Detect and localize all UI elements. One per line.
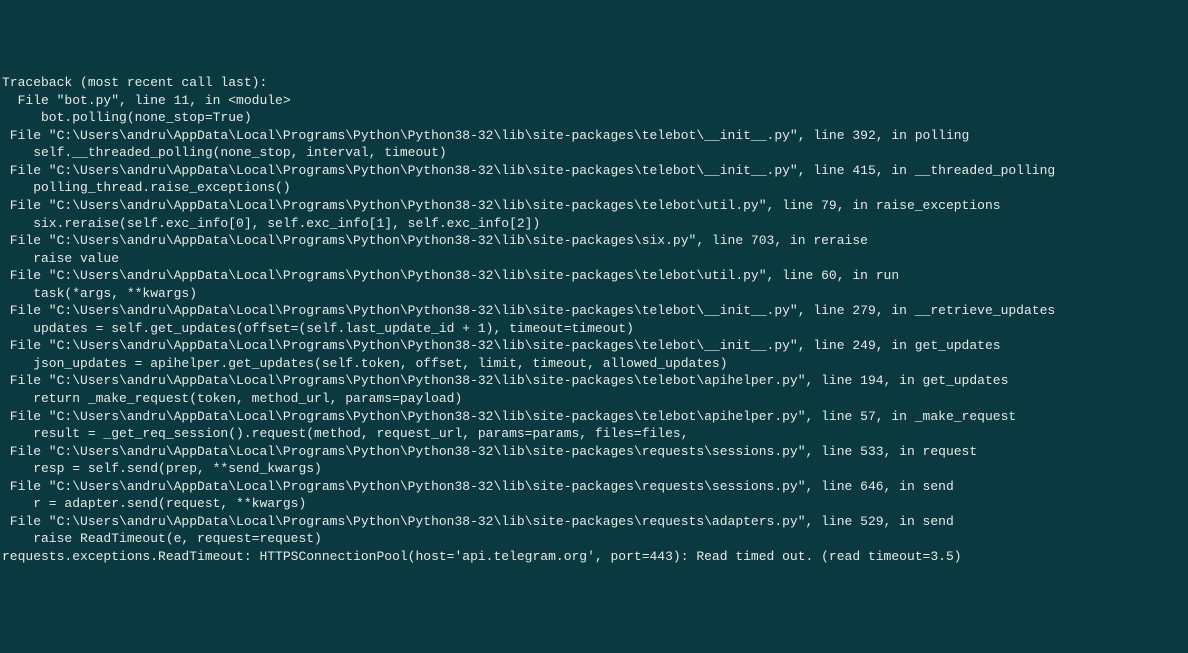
traceback-frame-location: File "C:\Users\andru\AppData\Local\Progr… bbox=[2, 478, 1186, 496]
traceback-header: Traceback (most recent call last): bbox=[2, 74, 1186, 92]
traceback-frame-code: task(*args, **kwargs) bbox=[2, 285, 1186, 303]
traceback-frame-code: six.reraise(self.exc_info[0], self.exc_i… bbox=[2, 215, 1186, 233]
traceback-frame-code: json_updates = apihelper.get_updates(sel… bbox=[2, 355, 1186, 373]
traceback-frame-location: File "C:\Users\andru\AppData\Local\Progr… bbox=[2, 337, 1186, 355]
traceback-frame-code: polling_thread.raise_exceptions() bbox=[2, 179, 1186, 197]
traceback-frame-location: File "C:\Users\andru\AppData\Local\Progr… bbox=[2, 127, 1186, 145]
traceback-frame-code: r = adapter.send(request, **kwargs) bbox=[2, 495, 1186, 513]
traceback-frame-location: File "C:\Users\andru\AppData\Local\Progr… bbox=[2, 302, 1186, 320]
traceback-frame-code: raise value bbox=[2, 250, 1186, 268]
traceback-frame-code: updates = self.get_updates(offset=(self.… bbox=[2, 320, 1186, 338]
terminal-output[interactable]: Traceback (most recent call last): File … bbox=[2, 74, 1186, 565]
traceback-frame-code: resp = self.send(prep, **send_kwargs) bbox=[2, 460, 1186, 478]
traceback-frame-code: self.__threaded_polling(none_stop, inter… bbox=[2, 144, 1186, 162]
traceback-frame-code: return _make_request(token, method_url, … bbox=[2, 390, 1186, 408]
traceback-frame-location: File "C:\Users\andru\AppData\Local\Progr… bbox=[2, 372, 1186, 390]
traceback-frame-code: bot.polling(none_stop=True) bbox=[2, 109, 1186, 127]
traceback-frame-location: File "C:\Users\andru\AppData\Local\Progr… bbox=[2, 408, 1186, 426]
traceback-frame-location: File "C:\Users\andru\AppData\Local\Progr… bbox=[2, 443, 1186, 461]
traceback-frame-location: File "C:\Users\andru\AppData\Local\Progr… bbox=[2, 197, 1186, 215]
traceback-frame-location: File "C:\Users\andru\AppData\Local\Progr… bbox=[2, 232, 1186, 250]
traceback-frame-location: File "bot.py", line 11, in <module> bbox=[2, 92, 1186, 110]
traceback-frame-code: result = _get_req_session().request(meth… bbox=[2, 425, 1186, 443]
traceback-frame-location: File "C:\Users\andru\AppData\Local\Progr… bbox=[2, 162, 1186, 180]
traceback-frame-location: File "C:\Users\andru\AppData\Local\Progr… bbox=[2, 513, 1186, 531]
traceback-frame-location: File "C:\Users\andru\AppData\Local\Progr… bbox=[2, 267, 1186, 285]
traceback-frame-code: raise ReadTimeout(e, request=request) bbox=[2, 530, 1186, 548]
traceback-exception: requests.exceptions.ReadTimeout: HTTPSCo… bbox=[2, 548, 1186, 566]
